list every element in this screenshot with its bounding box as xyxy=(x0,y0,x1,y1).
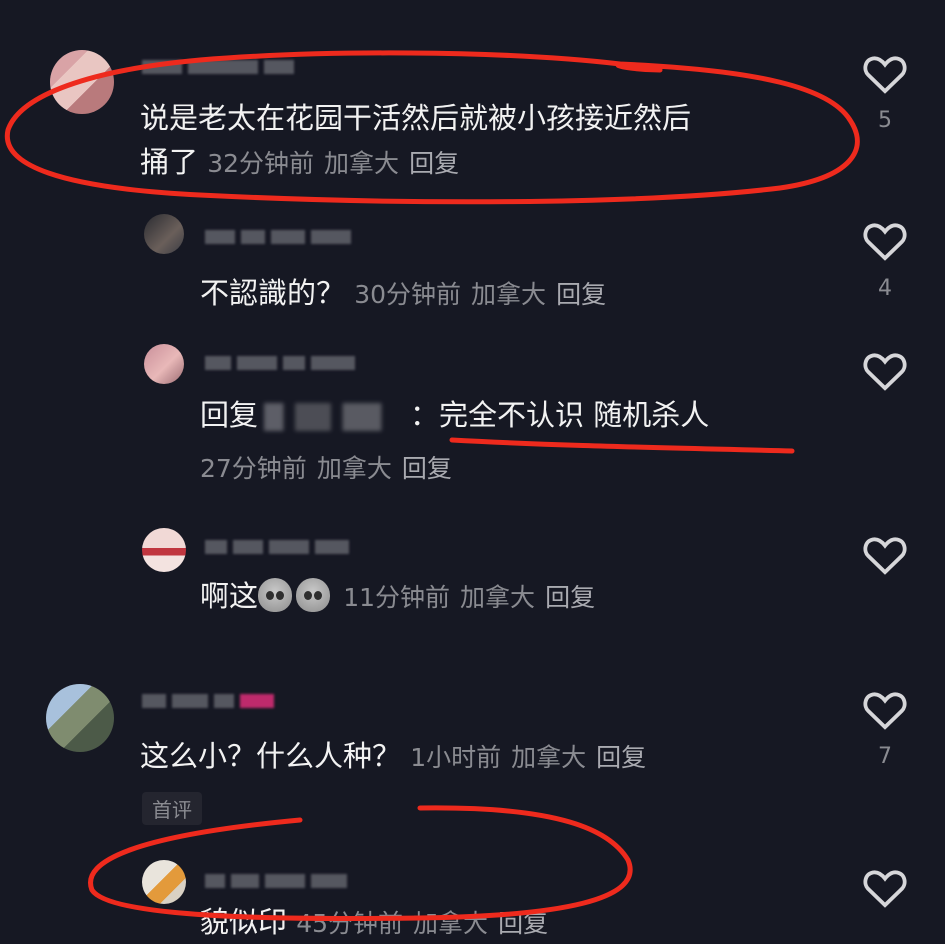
comment-text: 不認識的？ xyxy=(200,276,346,310)
comment-time: 11分钟前 xyxy=(343,583,451,612)
mention-colon: ： xyxy=(410,398,440,432)
comment-meta: 27分钟前 加拿大 回复 xyxy=(200,449,462,489)
comment-line: 不認識的？ 30分钟前 加拿大 回复 xyxy=(200,273,616,315)
reply-button[interactable]: 回复 xyxy=(556,280,606,309)
comment-text: 啊这 xyxy=(200,579,259,613)
comment-location: 加拿大 xyxy=(316,454,392,483)
username-obscured[interactable] xyxy=(205,352,355,374)
avatar[interactable] xyxy=(50,50,114,114)
comment-line: 啊这 11分钟前 加拿大 回复 xyxy=(200,576,605,618)
annotation-overlay xyxy=(4,50,860,922)
like-count: 5 xyxy=(878,108,892,133)
avatar[interactable] xyxy=(46,684,114,752)
comment-line: 回复 ：完全不认识 随机杀人 xyxy=(200,395,709,435)
comment-time: 1小时前 xyxy=(410,743,502,772)
avatar[interactable] xyxy=(142,860,186,904)
comment-line: 貌似印 45分钟前 加拿大 回复 xyxy=(200,902,558,944)
heart-icon[interactable] xyxy=(862,52,908,94)
comment-text: 这么小？什么人种？ xyxy=(140,739,402,773)
heart-icon[interactable] xyxy=(862,533,908,575)
comment-text: 貌似印 xyxy=(200,905,288,939)
comment-text-continued: 捅了 xyxy=(140,145,199,179)
comment-text: 完全不认识 随机杀人 xyxy=(439,398,710,432)
reply-button[interactable]: 回复 xyxy=(402,454,452,483)
comment-line: 这么小？什么人种？ 1小时前 加拿大 回复 xyxy=(140,736,656,778)
avatar[interactable] xyxy=(144,214,184,254)
like-count: 4 xyxy=(878,276,892,301)
comment-location: 加拿大 xyxy=(460,583,536,612)
reply-button[interactable]: 回复 xyxy=(596,743,646,772)
annotation-underline xyxy=(449,437,795,454)
username-obscured[interactable] xyxy=(205,870,347,892)
comment-text: 说是老太在花园干活然后就被小孩接近然后 xyxy=(140,101,692,135)
heart-icon[interactable] xyxy=(862,866,908,908)
comment-time: 30分钟前 xyxy=(354,280,462,309)
comment-location: 加拿大 xyxy=(511,743,587,772)
heart-icon[interactable] xyxy=(862,349,908,391)
reply-button[interactable]: 回复 xyxy=(409,149,459,178)
emoji-icon xyxy=(258,578,293,612)
comment-location: 加拿大 xyxy=(471,280,547,309)
heart-icon[interactable] xyxy=(862,219,908,261)
emoji-icon xyxy=(296,578,331,612)
avatar[interactable] xyxy=(142,528,186,572)
like-count: 7 xyxy=(878,744,892,769)
comment-location: 加拿大 xyxy=(324,149,400,178)
reply-button[interactable]: 回复 xyxy=(545,583,595,612)
mentioned-user-obscured[interactable] xyxy=(264,403,405,431)
heart-icon[interactable] xyxy=(862,688,908,730)
first-comment-badge: 首评 xyxy=(142,792,202,825)
username-obscured[interactable] xyxy=(205,536,349,558)
comment-line: 捅了 32分钟前 加拿大 回复 xyxy=(140,142,469,184)
comment-time: 32分钟前 xyxy=(207,149,315,178)
username-obscured[interactable] xyxy=(205,226,351,248)
username-obscured[interactable] xyxy=(142,690,274,712)
comment-time: 27分钟前 xyxy=(200,454,307,483)
reply-prefix: 回复 xyxy=(200,398,259,432)
avatar[interactable] xyxy=(144,344,184,384)
username-obscured[interactable] xyxy=(142,56,294,78)
